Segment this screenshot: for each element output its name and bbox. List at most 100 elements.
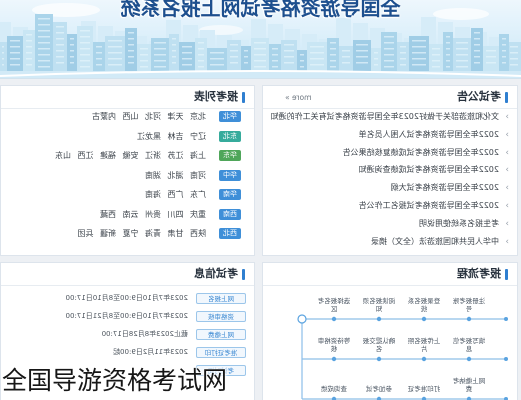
province-link[interactable]: 河南 (190, 170, 206, 181)
notice-list-item[interactable]: › 考生报名系统使用说明 (269, 217, 509, 231)
registration-process-panel: 报考流程 注册报考账号 登录报名系统 阅读报名须知 选择报名考区 填写报考信息 上传报名照… (262, 262, 518, 400)
notice-list-item[interactable]: › 2022年全国导游资格考试报名工作公告 (269, 199, 509, 213)
notice-list-item[interactable]: › 2022年全国导游资格考试成绩查询通知 (269, 163, 509, 177)
building-window-row (198, 60, 204, 62)
province-link[interactable]: 广东 (190, 189, 206, 200)
region-badge: 华北 (219, 111, 241, 122)
building-window-row (56, 32, 64, 34)
flow-step-label: 等待资格审核 (317, 337, 351, 353)
building-window-row (230, 44, 238, 46)
notice-title-link[interactable]: 文化和旅游部关于做好2023年全国导游资格考试有关工作的通知 (271, 110, 499, 124)
province-link[interactable]: 山东 (55, 150, 71, 161)
notice-title-link[interactable]: 2022年全国导游资格考试成绩复核结果公告 (343, 146, 499, 160)
building-window-row (384, 54, 394, 56)
province-link[interactable]: 北京 (190, 111, 206, 122)
province-link[interactable]: 上海 (190, 150, 206, 161)
province-link[interactable]: 宁夏 (123, 228, 139, 239)
chevron-right-icon: › (505, 236, 509, 247)
notice-list-item[interactable]: › 2022年全国导游资格考试大纲 (269, 181, 509, 195)
building-window-row (412, 40, 426, 42)
province-link[interactable]: 安徽 (123, 150, 139, 161)
notice-list-item[interactable]: › 2022年全国导游资格考试入围人员名单 (269, 128, 509, 142)
notice-title-link[interactable]: 中华人民共和国旅游法（全文）摘录 (371, 235, 499, 249)
more-link[interactable]: more » (285, 93, 311, 102)
province-link[interactable]: 黑龙江 (137, 131, 161, 142)
notice-title-link[interactable]: 考生报名系统使用说明 (419, 217, 499, 231)
building-window-row (356, 56, 368, 58)
province-link[interactable]: 陕西 (190, 228, 206, 239)
building-window-row (154, 42, 166, 44)
building-window-row (502, 38, 506, 40)
building-window-row (96, 58, 102, 60)
province-link[interactable]: 新疆 (100, 228, 116, 239)
panel-header: 报考列表 (1, 86, 254, 109)
panel-title: 考试信息 (194, 267, 238, 280)
province-link[interactable]: 甘肃 (168, 228, 184, 239)
site-banner: 全国导游资格考试网上报名系统 (0, 0, 521, 79)
building-window-row (284, 44, 294, 46)
building-window-row (310, 46, 324, 48)
building-window-row (96, 46, 102, 48)
province-link[interactable]: 湖北 (168, 170, 184, 181)
province-link[interactable]: 重庆 (190, 209, 206, 220)
province-link[interactable]: 山西 (123, 111, 139, 122)
province-link[interactable]: 天津 (168, 111, 184, 122)
notice-list-item[interactable]: › 文化和旅游部关于做好2023年全国导游资格考试有关工作的通知 (269, 110, 509, 124)
registration-list-panel: 报考列表 华北 北京 天津 河北 山西 内蒙古 东北 辽宁 吉林 黑龙江 华东 上海 江苏 浙江 安徽 福建江… (0, 85, 255, 256)
building-window-row (10, 46, 20, 48)
notice-title-link[interactable]: 2022年全国导游资格考试报名工作公告 (359, 199, 499, 213)
notice-title-link[interactable]: 2022年全国导游资格考试大纲 (391, 181, 499, 195)
building-window-row (310, 52, 324, 54)
building-window-row (38, 54, 50, 56)
building-window-row (284, 62, 294, 64)
province-link[interactable]: 江苏 (168, 150, 184, 161)
chevron-right-icon: › (505, 129, 509, 140)
building-window-row (356, 44, 368, 46)
building-window-row (384, 42, 394, 44)
notice-title-link[interactable]: 2022年全国导游资格考试入围人员名单 (359, 128, 499, 142)
building-window-row (70, 56, 74, 58)
exam-info-label: 准考证打印 (196, 347, 246, 358)
building-window-row (486, 50, 496, 52)
building-window-row (10, 52, 20, 54)
building-window-row (446, 36, 450, 38)
exam-info-label: 网上报名 (196, 293, 246, 304)
province-link[interactable]: 福建 (100, 150, 116, 161)
province-link[interactable]: 浙江 (145, 150, 161, 161)
building-window-row (172, 38, 176, 40)
flow-step-node (331, 316, 337, 322)
flow-step-label: 填写报考信息 (452, 337, 486, 353)
header-bar-icon (242, 92, 245, 103)
exam-info-value: 截止2023年8月28日17:00 (101, 330, 188, 338)
region-badge: 西北 (219, 228, 241, 239)
panel-title: 报考列表 (194, 90, 238, 103)
province-link[interactable]: 云南 (123, 209, 139, 220)
province-link[interactable]: 兵团 (78, 228, 94, 239)
building-window-row (412, 46, 426, 48)
province-link[interactable]: 广西 (168, 189, 184, 200)
notice-title-link[interactable]: 2022年全国导游资格考试成绩查询通知 (359, 163, 499, 177)
building-window-row (128, 50, 134, 52)
building-window-row (384, 48, 394, 50)
notice-list-item[interactable]: › 中华人民共和国旅游法（全文）摘录 (269, 235, 509, 249)
province-link[interactable]: 湖南 (145, 170, 161, 181)
building-window-row (330, 66, 336, 68)
building-window-row (128, 38, 134, 40)
province-link[interactable]: 河北 (145, 111, 161, 122)
province-link[interactable]: 吉林 (168, 131, 184, 142)
province-link[interactable]: 西藏 (100, 209, 116, 220)
province-link[interactable]: 贵州 (145, 209, 161, 220)
province-link[interactable]: 内蒙古 (92, 111, 116, 122)
building-window-row (2, 46, 4, 48)
region-row: 华南 广东 广西 海南 (1, 189, 254, 201)
province-link[interactable]: 辽宁 (190, 131, 206, 142)
province-link[interactable]: 青海 (145, 228, 161, 239)
province-link[interactable]: 四川 (168, 209, 184, 220)
building-window-row (374, 58, 378, 60)
building-window-row (384, 60, 394, 62)
building-window-row (38, 42, 50, 44)
province-link[interactable]: 海南 (145, 189, 161, 200)
chevron-right-icon: › (505, 201, 509, 211)
province-link[interactable]: 江西 (78, 150, 94, 161)
notice-list-item[interactable]: › 2022年全国导游资格考试成绩复核结果公告 (269, 146, 509, 160)
